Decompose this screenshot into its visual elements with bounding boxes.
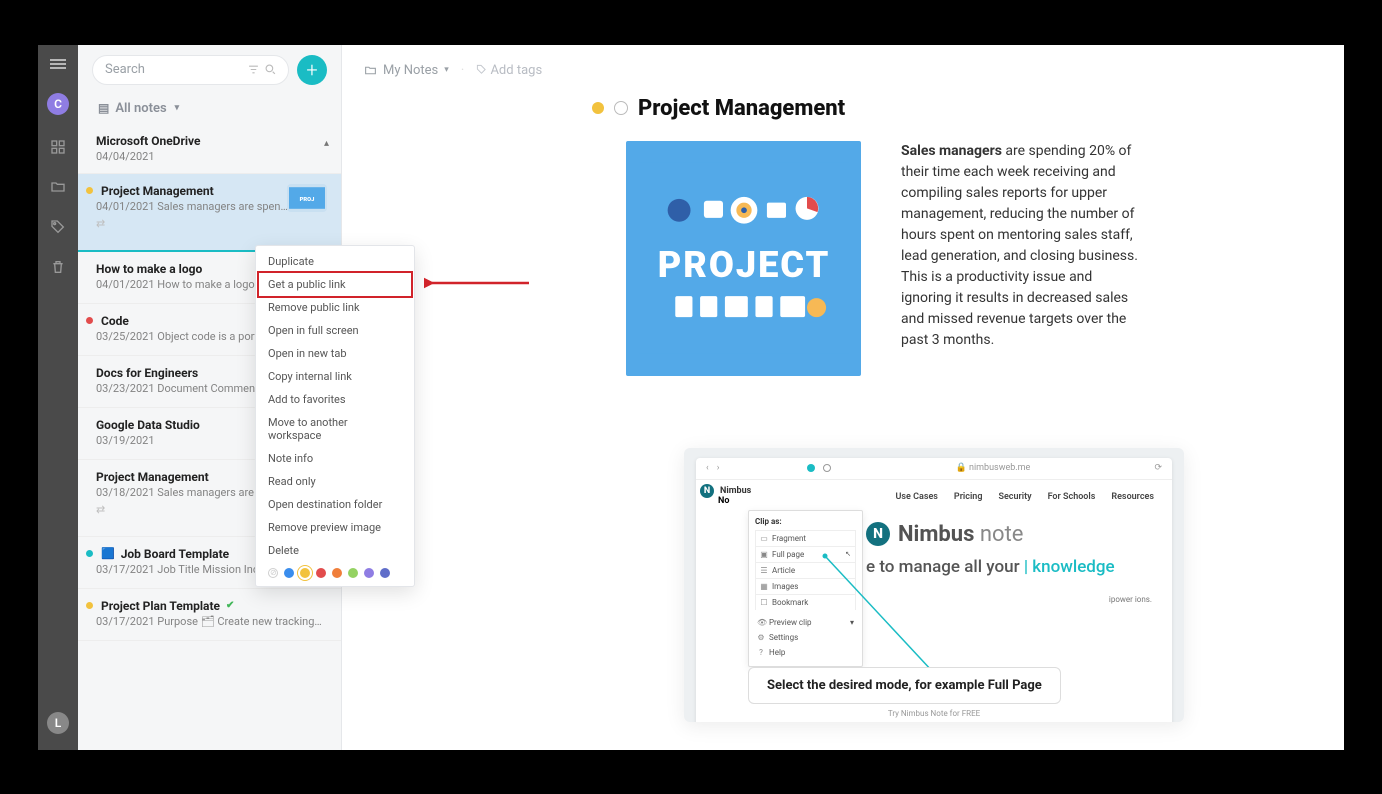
color-swatch[interactable] <box>300 568 310 578</box>
svg-text:PROJECT: PROJECT <box>657 243 830 286</box>
list-item[interactable]: Project Plan Template✔ 03/17/2021 Purpos… <box>78 589 341 641</box>
annotation-arrow <box>821 552 961 682</box>
menu-item-get-public-link[interactable]: Get a public link <box>257 271 413 298</box>
body-text: Sales managers are spending 20% of their… <box>901 141 1143 376</box>
hero-image: PROJECT <box>626 141 861 376</box>
app-window: C L Search + ▤ All notes ▾ Microsoft One <box>38 45 1344 750</box>
color-dot <box>86 317 93 324</box>
menu-item-remove-public-link[interactable]: Remove public link <box>256 296 414 319</box>
notes-icon: ▤ <box>98 101 109 115</box>
grid-icon[interactable] <box>50 139 66 155</box>
add-note-button[interactable]: + <box>297 55 327 85</box>
color-swatch[interactable] <box>284 568 294 578</box>
mood-icon[interactable] <box>614 101 628 115</box>
tag-icon[interactable] <box>50 219 66 235</box>
clip-option: ▭Fragment <box>755 530 856 546</box>
note-content: My Notes ▾ · Add tags Project Management… <box>342 45 1344 750</box>
extension-icon <box>807 464 815 472</box>
avatar-secondary[interactable]: L <box>47 712 69 734</box>
search-input[interactable]: Search <box>92 55 289 85</box>
list-item[interactable]: Project Management 04/01/2021 Sales mana… <box>78 174 341 252</box>
trash-icon[interactable] <box>50 259 66 275</box>
brand-logo-large: N Nimbus note <box>866 522 1162 547</box>
menu-item-note-info[interactable]: Note info <box>256 447 414 470</box>
embedded-screenshot: ‹ › 🔒 nimbusweb.me ⟳ N Nimbus No Use Cas… <box>684 448 1184 722</box>
all-notes-dropdown[interactable]: ▤ All notes ▾ <box>78 95 341 126</box>
menu-item-open-full-screen[interactable]: Open in full screen <box>256 319 414 342</box>
color-swatch[interactable] <box>364 568 374 578</box>
color-swatch[interactable] <box>380 568 390 578</box>
annotation-callout: Select the desired mode, for example Ful… <box>748 667 1061 704</box>
menu-item-move-workspace[interactable]: Move to another workspace <box>256 411 414 447</box>
page-title: Project Management <box>638 96 845 121</box>
color-swatch[interactable] <box>348 568 358 578</box>
color-dot <box>86 550 93 557</box>
avatar[interactable]: C <box>47 93 69 115</box>
chevron-down-icon: ▾ <box>444 65 449 75</box>
folder-icon <box>364 64 377 77</box>
footer-text: Try Nimbus Note for FREE <box>696 709 1172 718</box>
chevron-down-icon: ▾ <box>175 103 180 113</box>
list-item[interactable]: Microsoft OneDrive 04/04/2021 ▴ <box>78 126 341 174</box>
color-dot <box>592 102 604 114</box>
menu-item-delete[interactable]: Delete <box>256 539 414 562</box>
forward-icon: › <box>717 463 720 473</box>
filter-icon[interactable] <box>248 64 259 75</box>
menu-item-copy-internal-link[interactable]: Copy internal link <box>256 365 414 388</box>
menu-item-add-favorites[interactable]: Add to favorites <box>256 388 414 411</box>
search-icon[interactable] <box>265 64 276 75</box>
back-icon: ‹ <box>706 463 709 473</box>
svg-text:PROJ: PROJ <box>300 196 315 202</box>
color-picker-row: ⊘ <box>256 562 414 582</box>
tag-icon <box>476 64 487 75</box>
refresh-icon: ⟳ <box>1154 463 1162 473</box>
breadcrumb[interactable]: My Notes ▾ <box>364 63 449 78</box>
color-swatch[interactable] <box>316 568 326 578</box>
color-dot <box>86 187 93 194</box>
extension-icon <box>823 464 831 472</box>
nav-rail: C L <box>38 45 78 750</box>
site-nav: Use CasesPricingSecurityFor SchoolsResou… <box>708 490 1160 512</box>
share-icon: ⇄ <box>96 217 323 230</box>
folder-icon[interactable] <box>50 179 66 195</box>
color-dot <box>86 602 93 609</box>
menu-item-remove-preview[interactable]: Remove preview image <box>256 516 414 539</box>
menu-item-open-destination[interactable]: Open destination folder <box>256 493 414 516</box>
color-swatch[interactable]: ⊘ <box>268 568 278 578</box>
context-menu: Duplicate Get a public link Remove publi… <box>255 245 415 587</box>
collapse-icon[interactable]: ▴ <box>324 138 329 149</box>
menu-item-open-new-tab[interactable]: Open in new tab <box>256 342 414 365</box>
menu-item-duplicate[interactable]: Duplicate <box>256 250 414 273</box>
add-tags-button[interactable]: Add tags <box>476 63 542 78</box>
note-thumbnail: PROJ <box>287 184 327 212</box>
url-bar: 🔒 nimbusweb.me <box>956 463 1031 473</box>
menu-icon[interactable] <box>50 59 66 69</box>
menu-item-read-only[interactable]: Read only <box>256 470 414 493</box>
color-swatch[interactable] <box>332 568 342 578</box>
